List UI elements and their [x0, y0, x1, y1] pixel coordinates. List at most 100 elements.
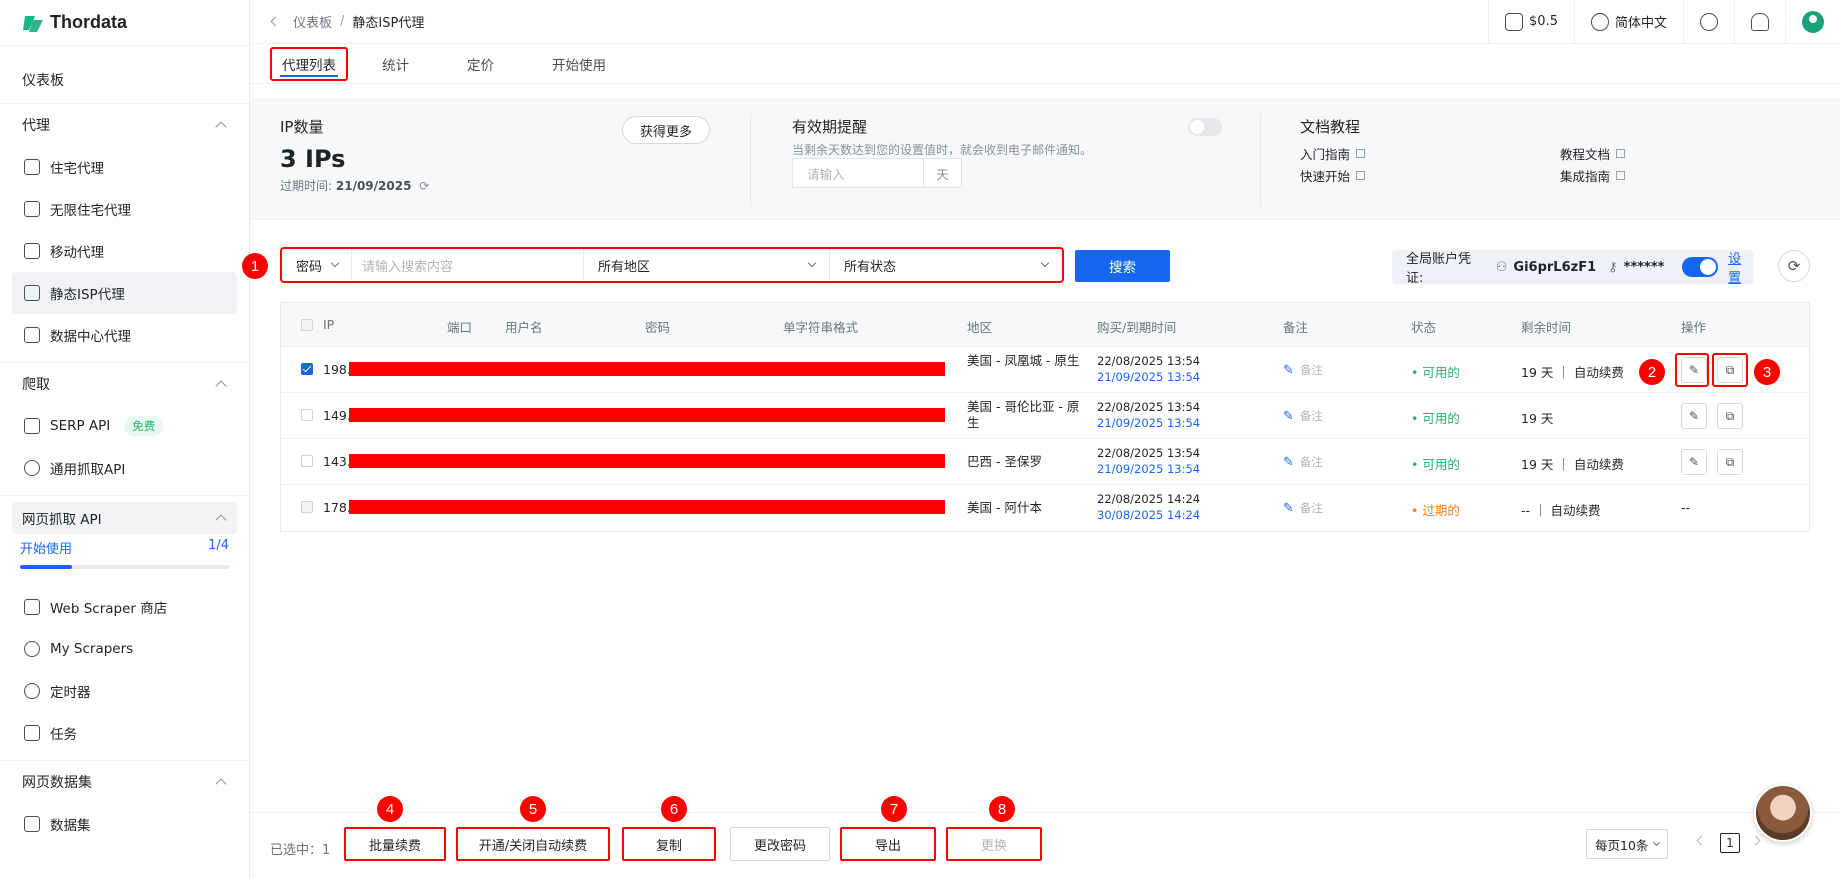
user-icon: ⚇: [1495, 259, 1508, 275]
ip-count-title: IP数量: [280, 118, 324, 136]
status-label: 可用的: [1422, 457, 1460, 472]
status-label: 过期的: [1422, 503, 1460, 518]
replace-button[interactable]: 更换: [946, 827, 1042, 861]
export-button[interactable]: 导出: [840, 827, 936, 861]
row-remark[interactable]: ✎ 备注: [1283, 408, 1323, 424]
isp-icon: [24, 285, 40, 301]
reminder-days-input[interactable]: 请输入 天: [792, 158, 962, 188]
search-button[interactable]: 搜索: [1075, 250, 1170, 282]
next-page-icon[interactable]: [1750, 835, 1761, 846]
status-select[interactable]: 所有状态: [830, 249, 1062, 281]
sidebar-item-serp-api[interactable]: SERP API 免费: [12, 405, 237, 447]
edit-icon[interactable]: ✎: [1681, 403, 1707, 429]
change-password-button[interactable]: 更改密码: [730, 827, 830, 861]
reminder-days-unit: 天: [923, 158, 961, 188]
progress-fill: [20, 565, 73, 569]
top-bar: 仪表板 / 静态ISP代理 $0.5 简体中文: [250, 0, 1840, 44]
sidebar-item-static-isp[interactable]: 静态ISP代理: [12, 272, 237, 314]
mobile-icon: [24, 243, 40, 259]
tab-proxy-list[interactable]: 代理列表: [270, 46, 348, 81]
brand-logo[interactable]: Thordata: [0, 0, 249, 46]
tab-pricing[interactable]: 定价: [457, 47, 504, 81]
wallet-balance[interactable]: $0.5: [1488, 0, 1574, 44]
sidebar-group-crawl-header[interactable]: 爬取: [0, 363, 249, 405]
reminder-toggle[interactable]: [1188, 118, 1222, 136]
copy-icon[interactable]: ⧉: [1717, 449, 1743, 475]
sidebar-item-mobile[interactable]: 移动代理: [12, 230, 237, 272]
doc-link-intro[interactable]: 入门指南: [1300, 144, 1366, 163]
sidebar-group-web-api-header[interactable]: 网页抓取 API: [12, 502, 237, 534]
toggle-auto-renew-button[interactable]: 开通/关闭自动续费: [456, 827, 610, 861]
sidebar-item-label: 任务: [50, 727, 77, 743]
row-remark[interactable]: ✎ 备注: [1283, 454, 1323, 470]
col-port: 端口: [447, 320, 473, 335]
sidebar-item-dashboard[interactable]: 仪表板: [0, 56, 249, 104]
annotation-marker-7: 7: [881, 796, 907, 822]
search-type-select[interactable]: 密码: [282, 249, 352, 281]
language-label: 简体中文: [1614, 16, 1667, 31]
sidebar-item-label: 数据中心代理: [50, 329, 131, 345]
getting-started-progress[interactable]: 开始使用 1/4: [12, 534, 237, 586]
tab-statistics[interactable]: 统计: [372, 47, 419, 81]
refresh-icon[interactable]: ⟳: [1778, 250, 1810, 282]
row-times: 22/08/2025 13:54 21/09/2025 13:54: [1097, 445, 1200, 477]
support-chat-avatar[interactable]: [1754, 784, 1812, 842]
sidebar-item-my-scrapers[interactable]: My Scrapers: [12, 628, 237, 670]
balance-value: $0.5: [1529, 14, 1558, 29]
search-input[interactable]: 请输入搜索内容: [352, 249, 584, 281]
refresh-small-icon[interactable]: ⟳: [419, 179, 429, 193]
back-chevron-icon[interactable]: [270, 16, 281, 27]
sidebar-item-scraper-store[interactable]: Web Scraper 商店: [12, 586, 237, 628]
divider: [750, 114, 751, 206]
sidebar-item-label: 通用抓取API: [50, 462, 126, 478]
sidebar-item-timer[interactable]: 定时器: [12, 670, 237, 712]
sidebar-item-universal-api[interactable]: 通用抓取API: [12, 447, 237, 489]
support-button[interactable]: [1683, 0, 1734, 44]
proxy-table: IP 端口 用户名 密码 单字符串格式 地区 购买/到期时间 备注 状态 剩余时…: [280, 302, 1810, 532]
list-icon: [24, 725, 40, 741]
sidebar-group-proxy-header[interactable]: 代理: [0, 104, 249, 146]
prev-page-icon[interactable]: [1696, 835, 1707, 846]
row-checkbox[interactable]: [301, 455, 313, 467]
edit-icon[interactable]: ✎: [1681, 449, 1707, 475]
filter-bar: 密码 请输入搜索内容 所有地区 所有状态: [280, 247, 1064, 283]
sidebar-item-tasks[interactable]: 任务: [12, 712, 237, 754]
breadcrumb-dashboard[interactable]: 仪表板: [293, 12, 332, 31]
row-remark[interactable]: ✎ 备注: [1283, 362, 1323, 378]
sidebar-item-residential[interactable]: 住宅代理: [12, 146, 237, 188]
sidebar-group-datasets-header[interactable]: 网页数据集: [0, 761, 249, 803]
row-remark[interactable]: ✎ 备注: [1283, 500, 1323, 516]
sidebar-item-unlimited-residential[interactable]: 无限住宅代理: [12, 188, 237, 230]
breadcrumb-current: 静态ISP代理: [352, 16, 425, 31]
table-row: 198. 美国 - 凤凰城 - 原生 22/08/2025 13:54 21/0…: [281, 347, 1809, 393]
sidebar-group-title: 网页抓取 API: [22, 512, 102, 528]
bulk-renew-button[interactable]: 批量续费: [344, 827, 446, 861]
copy-icon[interactable]: ⧉: [1717, 403, 1743, 429]
doc-link-quickstart[interactable]: 快速开始: [1300, 166, 1366, 185]
row-checkbox[interactable]: [301, 501, 313, 513]
page-size-value: 每页10条: [1595, 837, 1649, 853]
copy-button[interactable]: 复制: [622, 827, 716, 861]
notifications-button[interactable]: [1734, 0, 1785, 44]
sidebar: Thordata 仪表板 代理 住宅代理 无限住宅代理 移动代理 静态ISP代理…: [0, 0, 250, 878]
user-menu[interactable]: [1785, 0, 1840, 44]
docs-card: 文档教程: [1300, 116, 1360, 137]
sidebar-item-dataset[interactable]: 数据集: [12, 803, 237, 845]
selected-label: 已选中：: [270, 843, 323, 858]
page-size-select[interactable]: 每页10条: [1586, 829, 1668, 859]
sidebar-item-datacenter[interactable]: 数据中心代理: [12, 314, 237, 356]
row-checkbox[interactable]: [301, 363, 313, 375]
page-number[interactable]: 1: [1720, 833, 1740, 853]
region-select[interactable]: 所有地区: [584, 249, 830, 281]
select-all-checkbox[interactable]: [301, 319, 313, 331]
doc-link-integration[interactable]: 集成指南: [1560, 166, 1626, 185]
language-switch[interactable]: 简体中文: [1573, 0, 1683, 44]
remark-label: 备注: [1299, 409, 1323, 423]
credentials-settings-link[interactable]: 设置: [1728, 248, 1754, 286]
doc-link-label: 集成指南: [1560, 169, 1611, 184]
credentials-toggle[interactable]: [1682, 257, 1719, 277]
row-checkbox[interactable]: [301, 409, 313, 421]
doc-link-tutorial[interactable]: 教程文档: [1560, 144, 1626, 163]
tab-getting-started[interactable]: 开始使用: [542, 47, 616, 81]
get-more-button[interactable]: 获得更多: [622, 116, 710, 144]
